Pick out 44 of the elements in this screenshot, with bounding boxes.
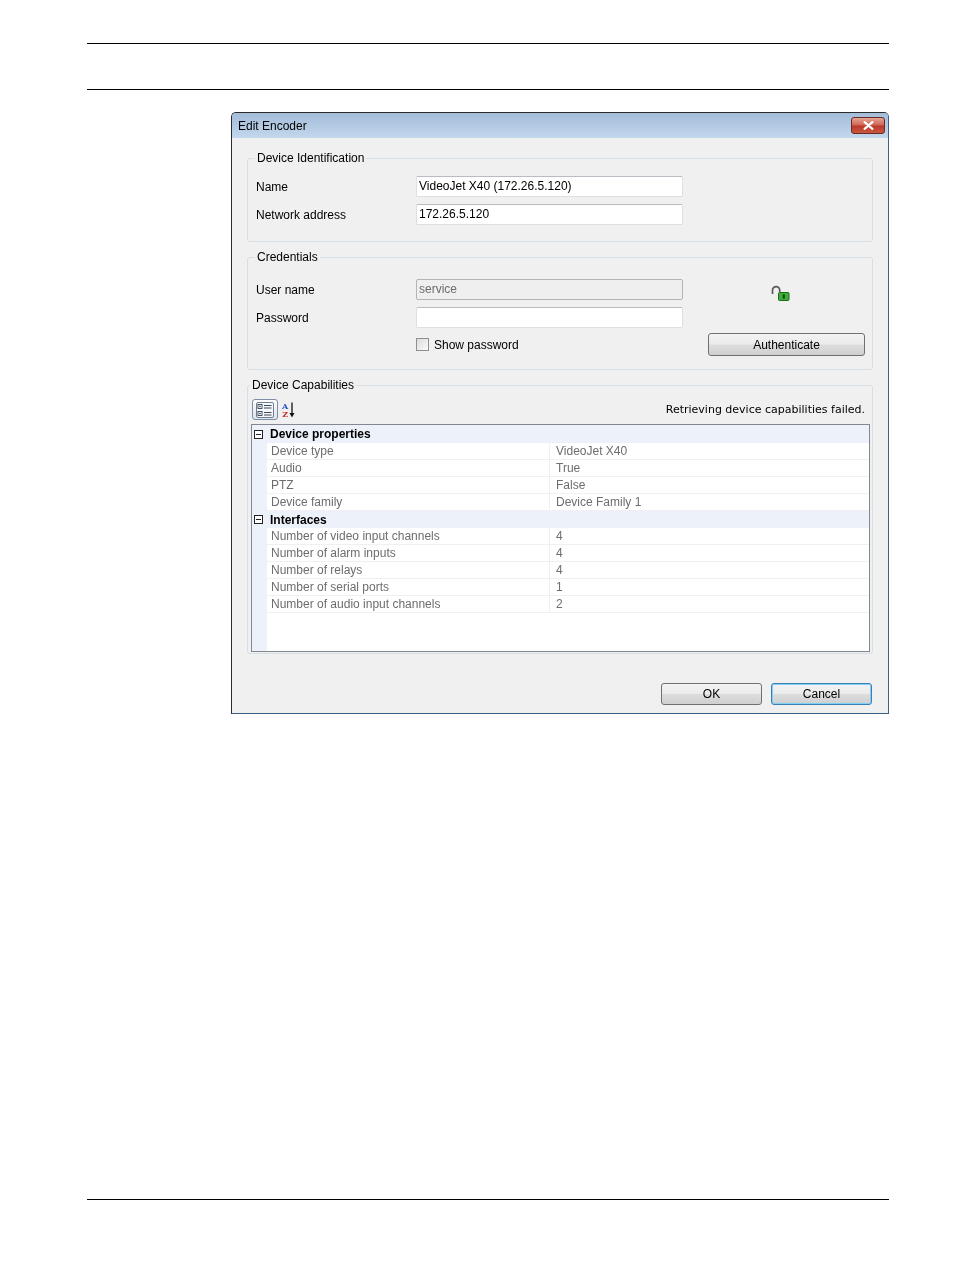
property-name: Number of video input channels bbox=[267, 528, 549, 545]
field-label: Password bbox=[256, 310, 309, 325]
property-name: Number of alarm inputs bbox=[267, 545, 549, 562]
categorized-list-icon bbox=[256, 401, 274, 418]
ok-button[interactable]: OK bbox=[661, 683, 762, 705]
categorized-view-button[interactable] bbox=[252, 399, 278, 420]
property-value: 4 bbox=[549, 545, 869, 562]
property-name: Number of relays bbox=[267, 562, 549, 579]
property-value: True bbox=[549, 460, 869, 477]
collapse-icon[interactable] bbox=[254, 429, 263, 439]
property-value: 2 bbox=[549, 596, 869, 613]
group-title: Device Capabilities bbox=[251, 378, 356, 392]
close-icon bbox=[862, 121, 874, 130]
padlock-icon bbox=[769, 284, 790, 301]
name-field[interactable]: VideoJet X40 (172.26.5.120) bbox=[416, 176, 683, 197]
field-label: Network address bbox=[256, 207, 347, 222]
property-value: 1 bbox=[549, 579, 869, 596]
property-value: False bbox=[549, 477, 869, 494]
group-title: Device Identification bbox=[256, 151, 366, 165]
cancel-button[interactable]: Cancel bbox=[771, 683, 872, 705]
checkbox[interactable] bbox=[416, 338, 429, 351]
property-name: Number of serial ports bbox=[267, 579, 549, 596]
close-button[interactable] bbox=[851, 117, 885, 134]
down-arrow-icon bbox=[289, 401, 296, 418]
property-name: Device type bbox=[267, 443, 549, 460]
window-title: Edit Encoder bbox=[238, 117, 307, 134]
property-value: 4 bbox=[549, 562, 869, 579]
password-field[interactable] bbox=[416, 307, 683, 328]
collapse-icon[interactable] bbox=[254, 515, 263, 524]
address-field[interactable]: 172.26.5.120 bbox=[416, 204, 683, 225]
property-name: Audio bbox=[267, 460, 549, 477]
sort-alphabetical-button[interactable]: A Z bbox=[280, 399, 298, 420]
checkbox-label[interactable]: Show password bbox=[434, 337, 519, 352]
field-label: Name bbox=[256, 179, 288, 194]
authenticate-button[interactable]: Authenticate bbox=[708, 333, 865, 356]
property-value: 4 bbox=[549, 528, 869, 545]
group-title: Credentials bbox=[256, 250, 319, 264]
category-title: Device properties bbox=[270, 427, 371, 441]
property-name: PTZ bbox=[267, 477, 549, 494]
property-value: VideoJet X40 bbox=[549, 443, 869, 460]
property-name: Number of audio input channels bbox=[267, 596, 549, 613]
status-message: Retrieving device capabilities failed. bbox=[665, 402, 865, 417]
field-label: User name bbox=[256, 282, 315, 297]
category-title: Interfaces bbox=[270, 512, 327, 527]
